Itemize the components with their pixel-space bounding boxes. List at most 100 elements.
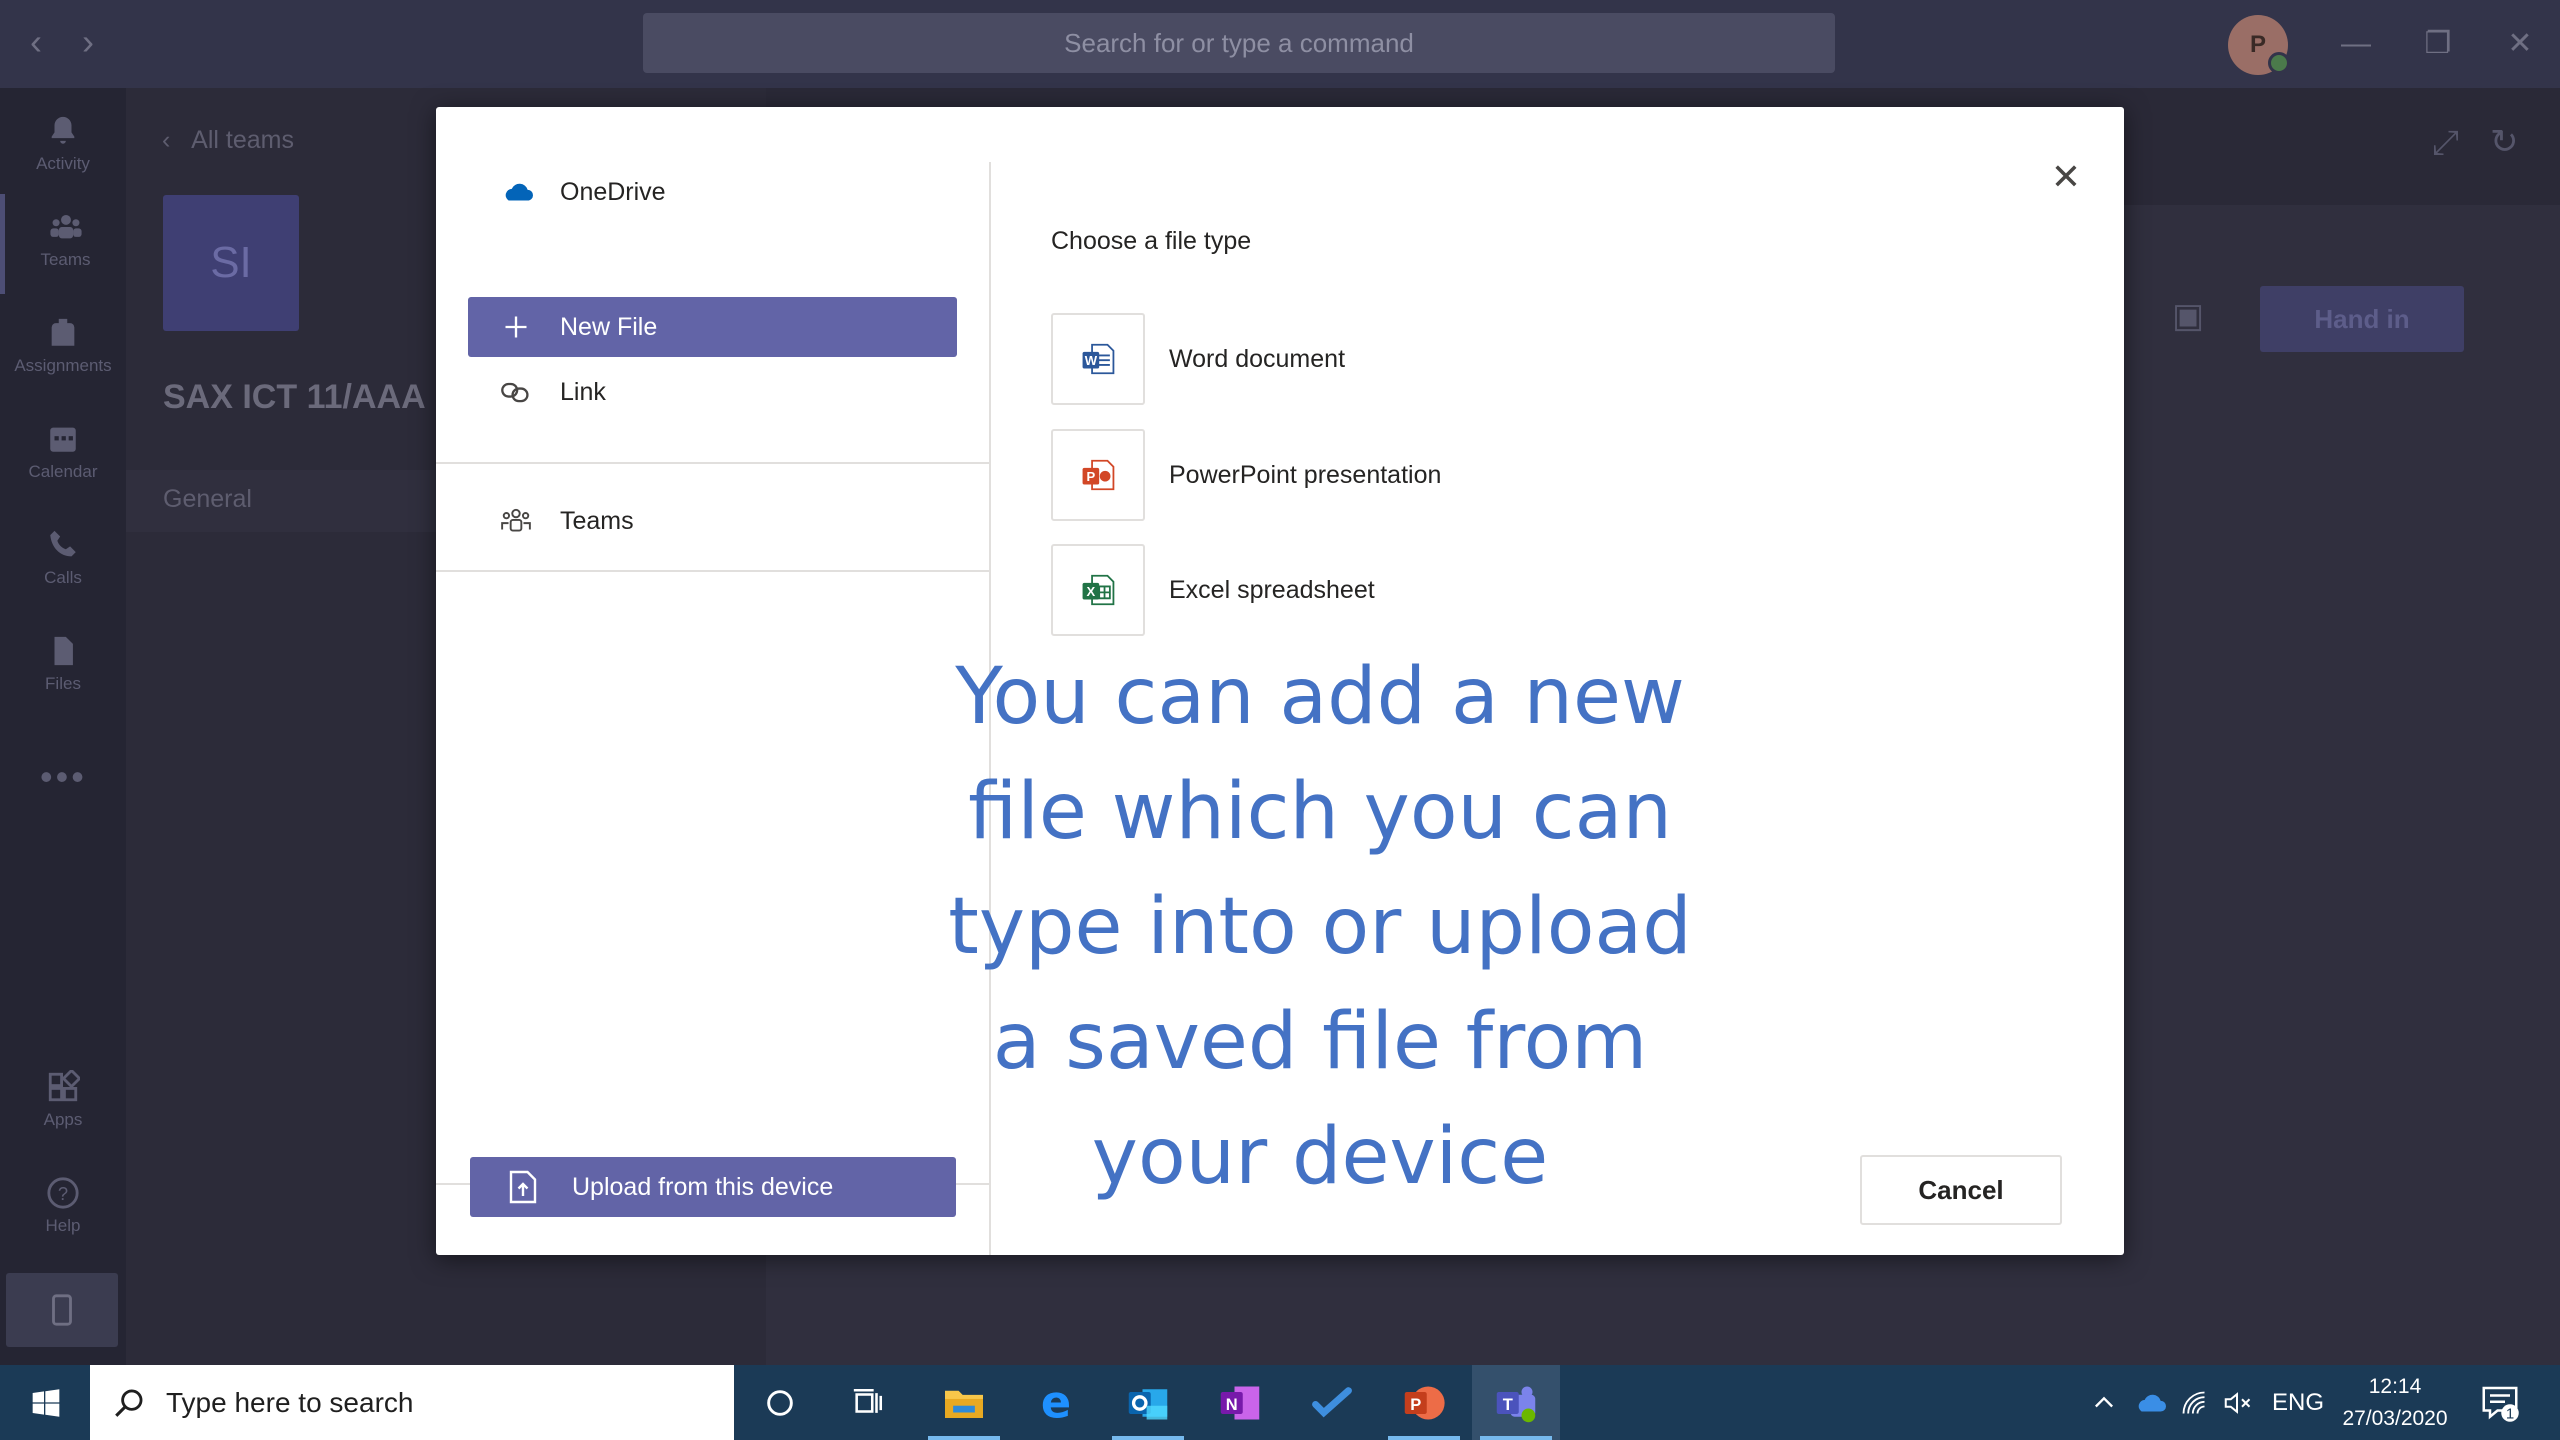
- upload-from-device-button[interactable]: Upload from this device: [470, 1157, 956, 1217]
- all-teams-link[interactable]: ‹ All teams: [162, 126, 294, 155]
- todo-icon[interactable]: [1288, 1365, 1376, 1440]
- forward-arrow-icon[interactable]: ›: [68, 22, 108, 62]
- refresh-icon[interactable]: ↻: [2490, 122, 2519, 162]
- mobile-device-button[interactable]: [6, 1273, 118, 1347]
- annotation-line: file which you can: [968, 767, 1672, 857]
- notification-count: 1: [2506, 1405, 2514, 1422]
- channel-label: General: [163, 485, 252, 513]
- edge-browser-icon[interactable]: e: [1012, 1365, 1100, 1440]
- upload-label: Upload from this device: [572, 1172, 834, 1201]
- onedrive-tray-icon[interactable]: [2132, 1365, 2166, 1440]
- cancel-button[interactable]: Cancel: [1860, 1155, 2062, 1225]
- close-window-icon[interactable]: ✕: [2492, 18, 2548, 70]
- onenote-icon[interactable]: N: [1196, 1365, 1284, 1440]
- source-label: OneDrive: [560, 177, 666, 206]
- annotation-line: type into or upload: [948, 882, 1692, 972]
- rail-label: Help: [45, 1216, 81, 1235]
- taskbar-search-input[interactable]: Type here to search: [90, 1365, 734, 1440]
- app-rail: Activity Teams Assignments Calendar Call…: [0, 88, 126, 1365]
- clock-date: 27/03/2020: [2342, 1407, 2448, 1430]
- rail-item-activity[interactable]: Activity: [0, 98, 126, 198]
- minimize-icon[interactable]: —: [2328, 18, 2384, 70]
- svg-text:?: ?: [58, 1183, 68, 1204]
- rail-label: Calls: [44, 568, 82, 587]
- title-bar: ‹ › Search for or type a command P — ❐ ✕: [0, 0, 2560, 88]
- teams-people-icon: [496, 504, 536, 538]
- help-icon: ?: [47, 1177, 79, 1209]
- rail-label: Calendar: [28, 462, 98, 481]
- hand-in-button[interactable]: Hand in: [2260, 286, 2464, 352]
- source-label: New File: [560, 312, 658, 341]
- rail-item-files[interactable]: Files: [0, 618, 126, 718]
- search-icon: [115, 1389, 143, 1417]
- show-hidden-icons[interactable]: [2090, 1365, 2118, 1440]
- file-type-word[interactable]: W Word document: [1051, 313, 1751, 405]
- choose-file-type-heading: Choose a file type: [1051, 227, 1252, 255]
- outlook-icon[interactable]: [1104, 1365, 1192, 1440]
- immersive-reader-icon[interactable]: ▣: [2172, 296, 2204, 336]
- file-type-excel[interactable]: X Excel spreadsheet: [1051, 544, 1751, 636]
- word-icon: W: [1051, 313, 1145, 405]
- rail-item-teams[interactable]: Teams: [0, 194, 126, 294]
- link-icon: [496, 375, 536, 409]
- rail-label: Assignments: [14, 356, 112, 375]
- phone-device-icon: [52, 1294, 72, 1326]
- file-icon: [54, 636, 73, 666]
- tutorial-annotation: You can add a new file which you can typ…: [920, 640, 1720, 1215]
- windows-taskbar: Type here to search e N P T ENG 12:14 27…: [0, 1365, 2560, 1440]
- clock-time: 12:14: [2368, 1375, 2422, 1398]
- file-type-label: PowerPoint presentation: [1169, 460, 1442, 489]
- rail-item-calls[interactable]: Calls: [0, 512, 126, 612]
- start-button[interactable]: [20, 1365, 72, 1440]
- source-new-file[interactable]: New File: [468, 297, 957, 357]
- presence-status-icon: [2268, 52, 2290, 74]
- source-label: Link: [560, 377, 606, 406]
- file-type-powerpoint[interactable]: P PowerPoint presentation: [1051, 429, 1751, 521]
- expand-icon[interactable]: ⤢: [2432, 124, 2459, 163]
- bell-icon: [51, 116, 75, 144]
- wifi-icon[interactable]: [2180, 1365, 2208, 1440]
- volume-muted-icon[interactable]: [2222, 1365, 2252, 1440]
- powerpoint-taskbar-icon[interactable]: P: [1380, 1365, 1468, 1440]
- action-center-icon[interactable]: 1: [2480, 1365, 2520, 1440]
- file-explorer-icon[interactable]: [920, 1365, 1008, 1440]
- task-view-icon[interactable]: [824, 1365, 912, 1440]
- calendar-icon: [50, 427, 76, 452]
- rail-item-apps[interactable]: Apps: [0, 1054, 126, 1154]
- onedrive-cloud-icon: [496, 175, 536, 209]
- svg-text:P: P: [1087, 469, 1096, 484]
- source-panel: OneDrive New File Link Teams: [436, 162, 991, 1255]
- rail-label: Teams: [40, 250, 91, 269]
- teams-icon: [49, 214, 82, 239]
- backpack-icon: [51, 318, 75, 346]
- powerpoint-icon: P: [1051, 429, 1145, 521]
- phone-icon: [50, 530, 76, 557]
- team-avatar: SI: [163, 195, 299, 331]
- restore-icon[interactable]: ❐: [2410, 18, 2466, 70]
- source-link[interactable]: Link: [468, 362, 957, 422]
- clock[interactable]: 12:14 27/03/2020: [2330, 1371, 2460, 1435]
- svg-text:T: T: [1503, 1395, 1513, 1413]
- rail-label: Activity: [36, 154, 90, 173]
- more-apps-icon[interactable]: •••: [40, 756, 87, 798]
- annotation-line: You can add a new: [955, 652, 1685, 742]
- rail-item-assignments[interactable]: Assignments: [0, 300, 126, 400]
- rail-item-calendar[interactable]: Calendar: [0, 406, 126, 506]
- annotation-line: your device: [1091, 1112, 1549, 1202]
- svg-text:e: e: [1041, 1382, 1071, 1424]
- svg-text:P: P: [1410, 1395, 1421, 1413]
- back-arrow-icon[interactable]: ‹: [16, 22, 56, 62]
- source-label: Teams: [560, 506, 634, 535]
- cortana-icon[interactable]: [736, 1365, 824, 1440]
- source-teams[interactable]: Teams: [468, 491, 957, 551]
- command-search-input[interactable]: Search for or type a command: [643, 13, 1835, 73]
- language-indicator[interactable]: ENG: [2272, 1365, 2324, 1440]
- rail-item-help[interactable]: ? Help: [0, 1160, 126, 1260]
- teams-taskbar-icon[interactable]: T: [1472, 1365, 1560, 1440]
- svg-text:X: X: [1087, 584, 1096, 599]
- taskbar-search-placeholder: Type here to search: [166, 1386, 414, 1418]
- source-onedrive[interactable]: OneDrive: [468, 162, 957, 222]
- close-icon[interactable]: ✕: [2046, 157, 2086, 197]
- file-type-label: Word document: [1169, 344, 1346, 373]
- upload-icon: [509, 1170, 537, 1204]
